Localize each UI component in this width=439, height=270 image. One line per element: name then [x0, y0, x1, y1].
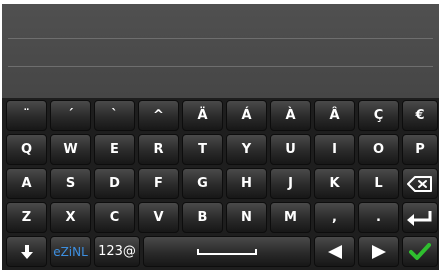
space-icon [197, 248, 257, 255]
key-label: Ç [373, 108, 384, 123]
key-label: G [197, 176, 208, 191]
arrow-right-icon [371, 244, 386, 259]
key-label: U [285, 142, 296, 157]
key-label: M [284, 210, 297, 225]
key-label: L [374, 176, 383, 191]
key-t[interactable]: T [182, 134, 223, 165]
key-label: ` [111, 108, 118, 123]
key-label: Â [329, 108, 340, 123]
key-label: Z [21, 210, 32, 225]
key-a-circumflex[interactable]: Â [314, 100, 355, 131]
key-b[interactable]: B [182, 202, 223, 233]
space-button[interactable] [143, 236, 311, 267]
text-line-divider [8, 38, 433, 39]
key-label: V [153, 210, 164, 225]
key-label: Ä [197, 108, 208, 123]
key-a-acute[interactable]: Á [226, 100, 267, 131]
key-label: ¨ [23, 108, 30, 123]
key-c-cedilla[interactable]: Ç [358, 100, 399, 131]
enter-icon [406, 210, 434, 226]
key-euro[interactable]: € [402, 100, 438, 131]
key-label: S [65, 176, 76, 191]
key-w[interactable]: W [50, 134, 91, 165]
key-label: R [153, 142, 164, 157]
key-l[interactable]: L [358, 168, 399, 199]
key-acute[interactable]: ´ [50, 100, 91, 131]
key-label: J [288, 176, 293, 191]
numeric-mode-label: 123@ [98, 244, 136, 259]
key-label: À [285, 108, 296, 123]
key-g[interactable]: G [182, 168, 223, 199]
key-k[interactable]: K [314, 168, 355, 199]
key-e[interactable]: E [94, 134, 135, 165]
key-m[interactable]: M [270, 202, 311, 233]
key-x[interactable]: X [50, 202, 91, 233]
key-label: € [415, 108, 425, 123]
key-a-grave[interactable]: À [270, 100, 311, 131]
text-input-area[interactable] [2, 4, 439, 98]
backspace-button[interactable] [402, 168, 438, 199]
key-q[interactable]: Q [6, 134, 47, 165]
key-diaeresis[interactable]: ¨ [6, 100, 47, 131]
key-label: D [109, 176, 120, 191]
key-label: ^ [153, 108, 164, 123]
key-p[interactable]: P [402, 134, 438, 165]
shift-button[interactable] [6, 236, 47, 267]
key-label: ´ [67, 108, 74, 123]
on-screen-keyboard: ¨ ´ ` ^ Ä Á À Â Ç € Q W E R T Y U I O P … [2, 98, 439, 270]
key-z[interactable]: Z [6, 202, 47, 233]
key-label: W [63, 142, 78, 157]
numeric-mode-button[interactable]: 123@ [94, 236, 140, 267]
confirm-button[interactable] [402, 236, 438, 267]
key-a-umlaut[interactable]: Ä [182, 100, 223, 131]
checkmark-icon [409, 242, 431, 261]
key-label: B [197, 210, 208, 225]
key-d[interactable]: D [94, 168, 135, 199]
screen: ¨ ´ ` ^ Ä Á À Â Ç € Q W E R T Y U I O P … [2, 4, 439, 270]
key-c[interactable]: C [94, 202, 135, 233]
key-o[interactable]: O [358, 134, 399, 165]
key-label: O [372, 142, 385, 157]
cursor-left-button[interactable] [314, 236, 355, 267]
key-label: H [241, 176, 252, 191]
key-a[interactable]: A [6, 168, 47, 199]
key-j[interactable]: J [270, 168, 311, 199]
key-label: I [332, 142, 337, 157]
key-h[interactable]: H [226, 168, 267, 199]
key-f[interactable]: F [138, 168, 179, 199]
shift-down-icon [20, 244, 33, 259]
key-label: T [198, 142, 207, 157]
key-label: X [65, 210, 76, 225]
key-grave[interactable]: ` [94, 100, 135, 131]
key-label: P [415, 142, 425, 157]
key-n[interactable]: N [226, 202, 267, 233]
key-label: . [376, 210, 381, 225]
input-method-button[interactable]: eZiNL [50, 236, 91, 267]
key-s[interactable]: S [50, 168, 91, 199]
cursor-right-button[interactable] [358, 236, 399, 267]
key-period[interactable]: . [358, 202, 399, 233]
key-label: , [332, 210, 337, 225]
backspace-icon [407, 175, 433, 192]
key-r[interactable]: R [138, 134, 179, 165]
key-label: E [110, 142, 119, 157]
key-label: Á [241, 108, 252, 123]
key-label: F [154, 176, 163, 191]
key-label: Y [241, 142, 252, 157]
key-label: K [329, 176, 340, 191]
key-label: N [241, 210, 252, 225]
enter-button[interactable] [402, 202, 438, 233]
key-label: C [109, 210, 120, 225]
input-method-label: eZiNL [53, 244, 88, 259]
text-line-divider [8, 66, 433, 67]
key-y[interactable]: Y [226, 134, 267, 165]
key-u[interactable]: U [270, 134, 311, 165]
key-i[interactable]: I [314, 134, 355, 165]
key-label: Q [20, 142, 33, 157]
key-v[interactable]: V [138, 202, 179, 233]
arrow-left-icon [327, 244, 342, 259]
key-circumflex[interactable]: ^ [138, 100, 179, 131]
key-comma[interactable]: , [314, 202, 355, 233]
key-label: A [21, 176, 32, 191]
